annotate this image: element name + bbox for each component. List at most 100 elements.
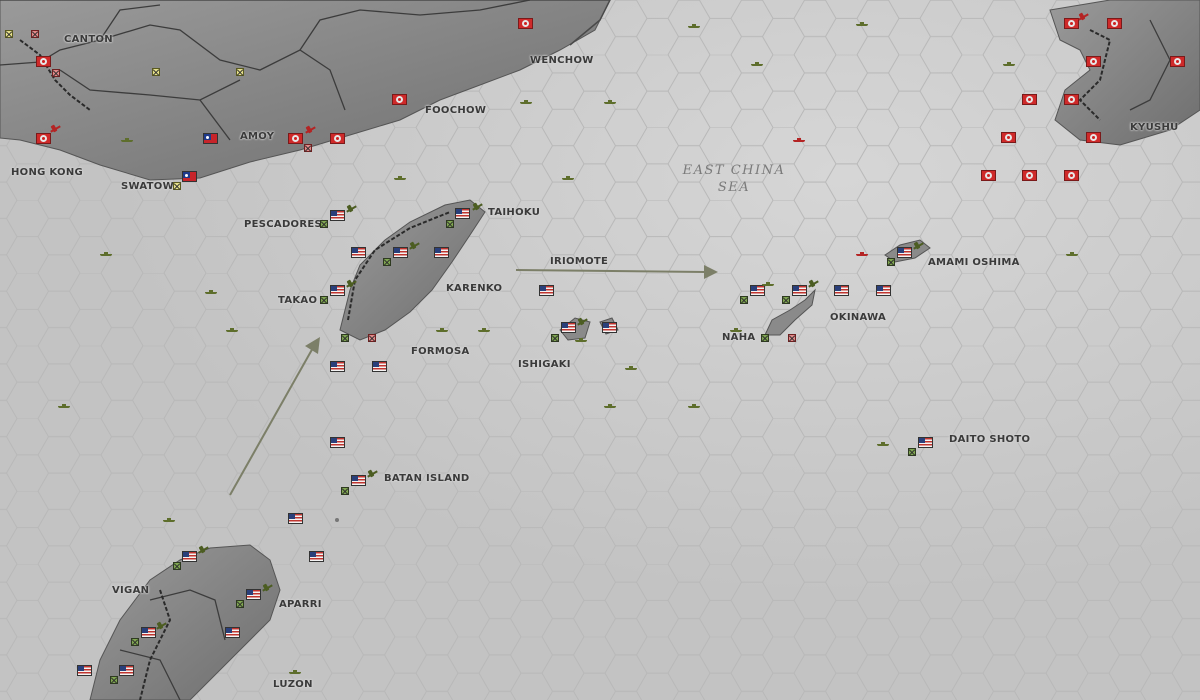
aircraft-icon[interactable]	[198, 546, 209, 553]
aircraft-icon[interactable]	[346, 205, 357, 212]
infantry-unit-icon[interactable]	[236, 68, 244, 76]
china-flag-icon[interactable]	[182, 171, 197, 182]
infantry-unit-icon[interactable]	[446, 220, 454, 228]
aircraft-icon[interactable]	[156, 622, 167, 629]
warship-icon[interactable]	[394, 176, 406, 180]
japan-flag-icon[interactable]	[36, 56, 51, 67]
us-flag-icon[interactable]	[561, 322, 576, 333]
infantry-unit-icon[interactable]	[236, 600, 244, 608]
japan-flag-icon[interactable]	[1086, 132, 1101, 143]
aircraft-icon[interactable]	[913, 242, 924, 249]
warship-icon[interactable]	[562, 176, 574, 180]
warship-icon[interactable]	[751, 62, 763, 66]
us-flag-icon[interactable]	[876, 285, 891, 296]
infantry-unit-icon[interactable]	[110, 676, 118, 684]
china-flag-icon[interactable]	[203, 133, 218, 144]
japan-flag-icon[interactable]	[1107, 18, 1122, 29]
warship-icon[interactable]	[575, 338, 587, 342]
warship-icon[interactable]	[520, 100, 532, 104]
japan-flag-icon[interactable]	[981, 170, 996, 181]
japan-flag-icon[interactable]	[518, 18, 533, 29]
infantry-unit-icon[interactable]	[551, 334, 559, 342]
strategic-map[interactable]: EAST CHINA SEA CANTON WENCHOW FOOCHOW AM…	[0, 0, 1200, 700]
us-flag-icon[interactable]	[330, 210, 345, 221]
warship-icon[interactable]	[688, 24, 700, 28]
infantry-unit-icon[interactable]	[782, 296, 790, 304]
infantry-unit-icon[interactable]	[341, 334, 349, 342]
warship-icon[interactable]	[121, 138, 133, 142]
us-flag-icon[interactable]	[330, 285, 345, 296]
infantry-unit-icon[interactable]	[320, 296, 328, 304]
infantry-unit-icon[interactable]	[52, 69, 60, 77]
us-flag-icon[interactable]	[750, 285, 765, 296]
aircraft-icon[interactable]	[472, 203, 483, 210]
japan-flag-icon[interactable]	[330, 133, 345, 144]
infantry-unit-icon[interactable]	[788, 334, 796, 342]
warship-icon[interactable]	[604, 100, 616, 104]
warship-icon[interactable]	[1066, 252, 1078, 256]
aircraft-icon[interactable]	[262, 584, 273, 591]
infantry-unit-icon[interactable]	[5, 30, 13, 38]
us-flag-icon[interactable]	[330, 437, 345, 448]
japan-flag-icon[interactable]	[1086, 56, 1101, 67]
us-flag-icon[interactable]	[288, 513, 303, 524]
warship-icon[interactable]	[100, 252, 112, 256]
infantry-unit-icon[interactable]	[320, 220, 328, 228]
aircraft-icon[interactable]	[367, 470, 378, 477]
warship-icon[interactable]	[625, 366, 637, 370]
us-flag-icon[interactable]	[434, 247, 449, 258]
infantry-unit-icon[interactable]	[304, 144, 312, 152]
warship-icon[interactable]	[793, 138, 805, 142]
us-flag-icon[interactable]	[309, 551, 324, 562]
japan-flag-icon[interactable]	[1064, 170, 1079, 181]
warship-icon[interactable]	[762, 282, 774, 286]
us-flag-icon[interactable]	[539, 285, 554, 296]
us-flag-icon[interactable]	[182, 551, 197, 562]
warship-icon[interactable]	[436, 328, 448, 332]
japan-flag-icon[interactable]	[288, 133, 303, 144]
warship-icon[interactable]	[205, 290, 217, 294]
us-flag-icon[interactable]	[351, 247, 366, 258]
us-flag-icon[interactable]	[393, 247, 408, 258]
us-flag-icon[interactable]	[119, 665, 134, 676]
warship-icon[interactable]	[877, 442, 889, 446]
us-flag-icon[interactable]	[77, 665, 92, 676]
japan-flag-icon[interactable]	[1022, 170, 1037, 181]
aircraft-icon[interactable]	[305, 126, 316, 133]
infantry-unit-icon[interactable]	[908, 448, 916, 456]
aircraft-icon[interactable]	[577, 318, 588, 325]
aircraft-icon[interactable]	[409, 242, 420, 249]
us-flag-icon[interactable]	[918, 437, 933, 448]
infantry-unit-icon[interactable]	[383, 258, 391, 266]
warship-icon[interactable]	[58, 404, 70, 408]
warship-icon[interactable]	[856, 22, 868, 26]
us-flag-icon[interactable]	[372, 361, 387, 372]
infantry-unit-icon[interactable]	[887, 258, 895, 266]
aircraft-icon[interactable]	[50, 125, 61, 132]
japan-flag-icon[interactable]	[36, 133, 51, 144]
us-flag-icon[interactable]	[792, 285, 807, 296]
warship-icon[interactable]	[478, 328, 490, 332]
warship-icon[interactable]	[730, 328, 742, 332]
warship-icon[interactable]	[226, 328, 238, 332]
aircraft-icon[interactable]	[1078, 13, 1089, 20]
infantry-unit-icon[interactable]	[368, 334, 376, 342]
us-flag-icon[interactable]	[834, 285, 849, 296]
warship-icon[interactable]	[1003, 62, 1015, 66]
aircraft-icon[interactable]	[346, 280, 357, 287]
us-flag-icon[interactable]	[141, 627, 156, 638]
us-flag-icon[interactable]	[602, 322, 617, 333]
warship-icon[interactable]	[688, 404, 700, 408]
infantry-unit-icon[interactable]	[131, 638, 139, 646]
japan-flag-icon[interactable]	[392, 94, 407, 105]
infantry-unit-icon[interactable]	[173, 182, 181, 190]
us-flag-icon[interactable]	[351, 475, 366, 486]
us-flag-icon[interactable]	[455, 208, 470, 219]
infantry-unit-icon[interactable]	[740, 296, 748, 304]
aircraft-icon[interactable]	[808, 280, 819, 287]
japan-flag-icon[interactable]	[1064, 94, 1079, 105]
infantry-unit-icon[interactable]	[31, 30, 39, 38]
us-flag-icon[interactable]	[225, 627, 240, 638]
japan-flag-icon[interactable]	[1001, 132, 1016, 143]
japan-flag-icon[interactable]	[1170, 56, 1185, 67]
